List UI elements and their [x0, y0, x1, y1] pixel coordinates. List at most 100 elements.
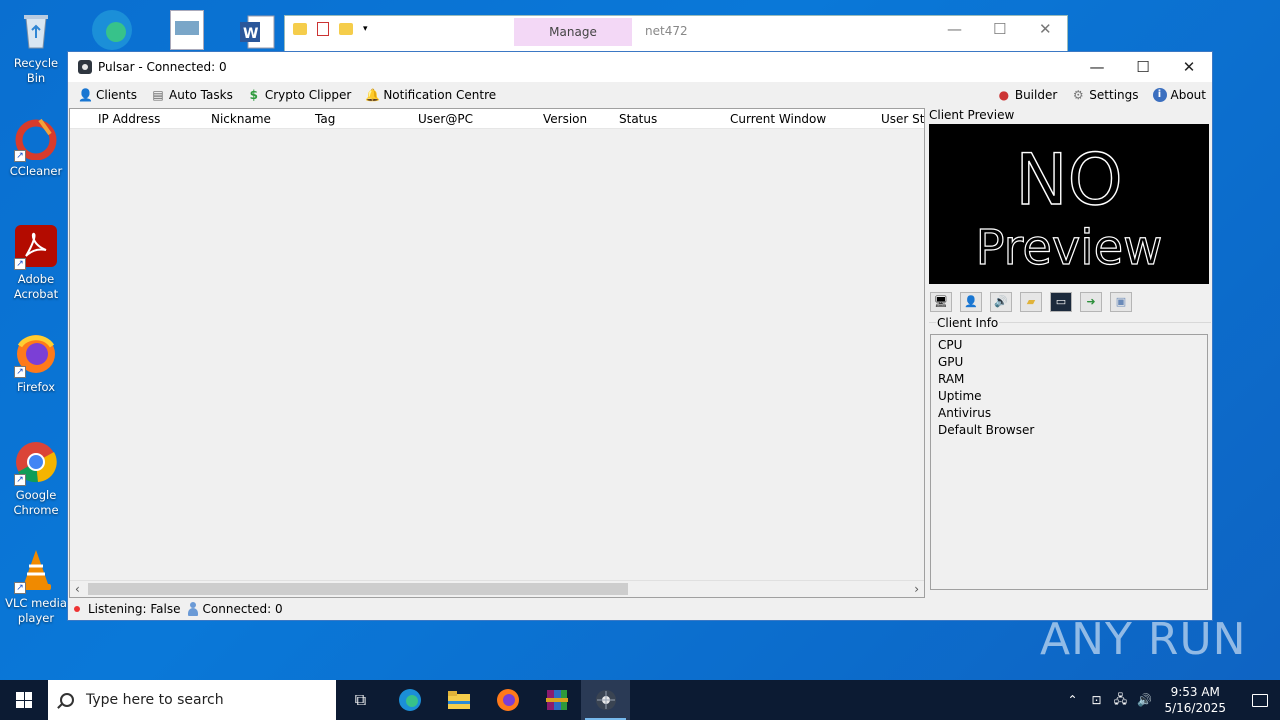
remote-shell-icon[interactable]: ▭ [1050, 292, 1072, 312]
list-item[interactable]: Uptime [938, 389, 1200, 406]
acrobat-icon: ↗ [14, 224, 58, 270]
desktop-icon-label: Firefox [16, 380, 56, 394]
client-info-group: Client Info CPU GPU RAM Uptime Antivirus… [929, 316, 1211, 596]
menu-auto-tasks[interactable]: ▤ Auto Tasks [151, 88, 233, 102]
list-item[interactable]: RAM [938, 372, 1200, 389]
menu-builder[interactable]: ● Builder [997, 88, 1058, 102]
clock-time: 9:53 AM [1170, 685, 1220, 699]
close-button[interactable]: ✕ [1166, 52, 1212, 82]
search-placeholder: Type here to search [86, 692, 224, 708]
desktop-icon-vlc[interactable]: ↗ VLC media player [4, 548, 68, 626]
column-header-status[interactable]: Status [619, 112, 657, 126]
list-item[interactable]: Antivirus [938, 406, 1200, 423]
firefox-icon [496, 689, 519, 711]
maximize-icon[interactable]: ☐ [993, 20, 1006, 38]
firefox-icon: ↗ [14, 332, 58, 378]
audio-icon[interactable]: 🔊 [990, 292, 1012, 312]
menu-label: Crypto Clipper [264, 88, 352, 102]
column-header-nickname[interactable]: Nickname [211, 112, 271, 126]
task-view-button[interactable]: ⧉ [336, 680, 385, 720]
close-icon[interactable]: ✕ [1039, 20, 1052, 38]
column-header-user-status[interactable]: User Sta [881, 112, 924, 126]
taskbar-pulsar[interactable] [581, 680, 630, 720]
taskbar-search[interactable]: Type here to search [48, 680, 336, 720]
taskbar-edge[interactable] [385, 680, 434, 720]
shortcut-arrow-icon: ↗ [14, 582, 26, 594]
chevron-down-icon[interactable]: ▾ [363, 24, 368, 34]
desktop-icon-adobe-acrobat[interactable]: ↗ Adobe Acrobat [4, 224, 68, 302]
taskbar-file-explorer[interactable] [434, 680, 483, 720]
properties-icon[interactable] [317, 22, 329, 36]
scroll-left-icon[interactable]: ‹ [75, 581, 80, 598]
column-header-user-pc[interactable]: User@PC [418, 112, 473, 126]
start-button[interactable] [0, 680, 48, 720]
gear-icon: ⚙ [1072, 88, 1084, 102]
desktop-icon-label: Google Chrome [13, 488, 59, 517]
remote-desktop-icon[interactable]: 🖥 [930, 292, 952, 312]
image-file-desktop-icon[interactable] [170, 10, 204, 50]
manage-tab[interactable]: Manage [514, 18, 632, 46]
network-adapter-icon[interactable]: ⊡ [1084, 693, 1108, 707]
svg-text:W: W [243, 26, 258, 42]
column-header-tag[interactable]: Tag [315, 112, 335, 126]
maximize-button[interactable]: ☐ [1120, 52, 1166, 82]
menu-label: About [1170, 88, 1206, 102]
webcam-icon[interactable]: 👤 [960, 292, 982, 312]
menu-notification-centre[interactable]: 🔔 Notification Centre [365, 88, 496, 102]
taskbar-winrar[interactable] [532, 680, 581, 720]
menu-clients[interactable]: 👤 Clients [78, 88, 137, 102]
volume-icon[interactable]: 🔊 [1132, 693, 1156, 707]
menu-settings[interactable]: ⚙ Settings [1071, 88, 1139, 102]
pulsar-window[interactable]: Pulsar - Connected: 0 — ☐ ✕ 👤 Clients ▤ … [67, 51, 1213, 621]
preview-text-preview: Preview [976, 220, 1163, 276]
title-bar[interactable]: Pulsar - Connected: 0 — ☐ ✕ [68, 52, 1212, 82]
menu-crypto-clipper[interactable]: $ Crypto Clipper [247, 88, 352, 102]
clients-list[interactable]: IP Address Nickname Tag User@PC Version … [69, 108, 925, 598]
list-item[interactable]: GPU [938, 355, 1200, 372]
desktop-icon-firefox[interactable]: ↗ Firefox [4, 332, 68, 395]
list-item[interactable]: Default Browser [938, 423, 1200, 440]
scrollbar-thumb[interactable] [88, 583, 628, 595]
bell-icon: 🔔 [365, 88, 381, 102]
menu-about[interactable]: i About [1152, 88, 1206, 102]
shortcut-arrow-icon: ↗ [14, 150, 26, 162]
taskbar-firefox[interactable] [483, 680, 532, 720]
folder-icon [293, 23, 307, 35]
taskbar-clock[interactable]: 9:53 AM 5/16/2025 [1164, 684, 1226, 716]
column-header-ip-address[interactable]: IP Address [98, 112, 160, 126]
menu-bar: 👤 Clients ▤ Auto Tasks $ Crypto Clipper … [68, 82, 1212, 108]
file-manager-icon[interactable]: ▰ [1020, 292, 1042, 312]
desktop-icon-ccleaner[interactable]: ↗ CCleaner [4, 116, 68, 179]
network-icon[interactable]: 🖧 [1108, 690, 1132, 711]
desktop-icon-google-chrome[interactable]: ↗ Google Chrome [4, 440, 68, 518]
minimize-button[interactable]: — [1074, 52, 1120, 82]
list-item[interactable]: CPU [938, 338, 1200, 355]
shortcut-arrow-icon: ↗ [14, 366, 26, 378]
horizontal-scrollbar[interactable]: ‹ › [70, 580, 924, 597]
system-tray: ⌃ ⊡ 🖧 🔊 9:53 AM 5/16/2025 [1060, 680, 1280, 720]
column-header-version[interactable]: Version [543, 112, 587, 126]
desktop-icon-recycle-bin[interactable]: Recycle Bin [4, 8, 68, 86]
column-header-current-window[interactable]: Current Window [730, 112, 826, 126]
connected-status: Connected: 0 [202, 602, 283, 616]
word-document-desktop-icon[interactable]: W [240, 14, 276, 50]
menu-label: Settings [1089, 88, 1139, 102]
window-title: net472 [645, 24, 688, 38]
chevron-up-icon[interactable]: ⌃ [1060, 693, 1084, 707]
quick-access-toolbar: ▾ [293, 22, 368, 36]
ccleaner-icon: ↗ [14, 116, 58, 162]
execute-icon[interactable]: ➜ [1080, 292, 1102, 312]
menu-label: Auto Tasks [169, 88, 233, 102]
minimize-icon[interactable]: — [947, 20, 962, 38]
edge-desktop-icon[interactable] [88, 6, 136, 50]
preview-toolbar: 🖥 👤 🔊 ▰ ▭ ➜ ▣ [929, 292, 1211, 312]
background-explorer-window[interactable]: ▾ Manage net472 — ☐ ✕ [284, 15, 1068, 55]
notification-center-button[interactable] [1240, 680, 1280, 720]
desktop-icon-label: CCleaner [9, 164, 63, 178]
anyrun-watermark: ANY RUN [1040, 614, 1247, 665]
client-preview: NO Preview [929, 124, 1209, 284]
client-info-list[interactable]: CPU GPU RAM Uptime Antivirus Default Bro… [930, 334, 1208, 590]
window-icon[interactable]: ▣ [1110, 292, 1132, 312]
new-folder-icon[interactable] [339, 23, 353, 35]
scroll-right-icon[interactable]: › [914, 581, 919, 598]
